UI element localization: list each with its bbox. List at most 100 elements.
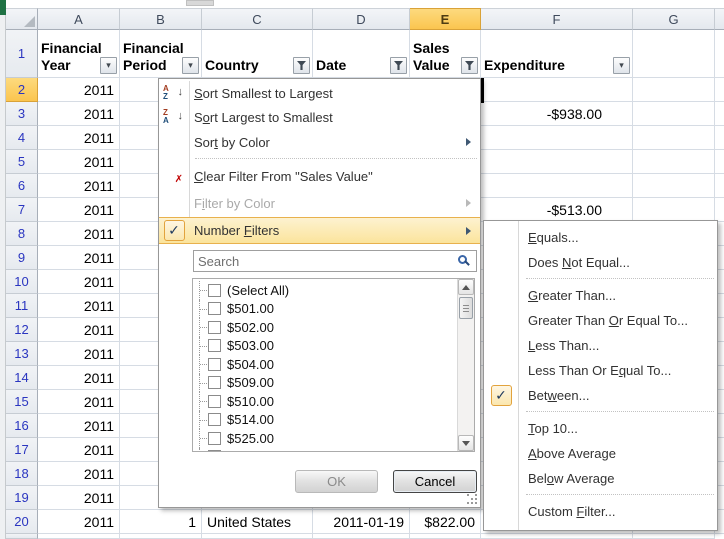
ok-button[interactable]: OK <box>295 470 378 493</box>
value-item[interactable]: $504.00 <box>195 355 457 374</box>
checkbox-icon[interactable] <box>208 358 221 371</box>
column-header-F[interactable]: F <box>481 8 633 30</box>
cell-A3[interactable]: 2011 <box>38 102 120 126</box>
value-item[interactable]: $510.00 <box>195 392 457 411</box>
column-header-D[interactable]: D <box>313 8 410 30</box>
submenu-item-greater-than-or-equal-to[interactable]: Greater Than Or Equal To... <box>484 308 717 333</box>
cell-F4[interactable] <box>481 126 633 150</box>
row-header-6[interactable]: 6 <box>6 174 38 198</box>
column-header-G[interactable]: G <box>633 8 715 30</box>
cell-D20[interactable]: 2011-01-19 <box>313 510 410 534</box>
submenu-item-below-average[interactable]: Below Average <box>484 466 717 491</box>
cell-F3[interactable]: -$938.00 <box>481 102 633 126</box>
cell-A19[interactable]: 2011 <box>38 486 120 510</box>
column-header-E[interactable]: E <box>410 8 481 30</box>
checkbox-icon[interactable] <box>208 395 221 408</box>
checkbox-icon[interactable] <box>208 376 221 389</box>
cell-E1[interactable]: Sales Value <box>410 30 481 78</box>
column-header-B[interactable]: B <box>120 8 202 30</box>
cell-G3[interactable] <box>633 102 715 126</box>
cell-C1[interactable]: Country <box>202 30 313 78</box>
cell-G4[interactable] <box>633 126 715 150</box>
scrollbar[interactable] <box>457 279 474 451</box>
row-header-20[interactable]: 20 <box>6 510 38 534</box>
cancel-button[interactable]: Cancel <box>393 470 477 493</box>
cell-F5[interactable] <box>481 150 633 174</box>
cell-A8[interactable]: 2011 <box>38 222 120 246</box>
row-header-11[interactable]: 11 <box>6 294 38 318</box>
dropdown-button-B[interactable]: ▾ <box>182 57 199 74</box>
row-header-10[interactable]: 10 <box>6 270 38 294</box>
menu-item-sort-smallest-to-largest[interactable]: AZ↓Sort Smallest to Largest <box>159 81 480 105</box>
value-item-partial[interactable] <box>195 448 457 452</box>
menu-item-clear-filter[interactable]: ✗Clear Filter From "Sales Value" <box>159 163 480 189</box>
cell-A20[interactable]: 2011 <box>38 510 120 534</box>
filter-button-C[interactable] <box>293 57 310 74</box>
checkbox-icon[interactable] <box>208 339 221 352</box>
value-item[interactable]: $509.00 <box>195 374 457 393</box>
submenu-item-between[interactable]: ✓Between... <box>484 383 717 408</box>
submenu-item-less-than-or-equal-to[interactable]: Less Than Or Equal To... <box>484 358 717 383</box>
cell-A5[interactable]: 2011 <box>38 150 120 174</box>
row-header-17[interactable]: 17 <box>6 438 38 462</box>
cell-A15[interactable]: 2011 <box>38 390 120 414</box>
cell-C20[interactable]: United States <box>202 510 313 534</box>
submenu-item-top-10[interactable]: Top 10... <box>484 416 717 441</box>
cell-A1[interactable]: Financial Year▾ <box>38 30 120 78</box>
row-header-19[interactable]: 19 <box>6 486 38 510</box>
row-header-4[interactable]: 4 <box>6 126 38 150</box>
cell-G2[interactable] <box>633 78 715 102</box>
cell-A17[interactable]: 2011 <box>38 438 120 462</box>
row-header-2[interactable]: 2 <box>6 78 38 102</box>
checkbox-icon[interactable] <box>208 432 221 445</box>
cell-A12[interactable]: 2011 <box>38 318 120 342</box>
scroll-down-button[interactable] <box>458 435 474 451</box>
resize-grip[interactable] <box>467 494 477 504</box>
cell-A14[interactable]: 2011 <box>38 366 120 390</box>
row-header-14[interactable]: 14 <box>6 366 38 390</box>
submenu-item-custom-filter[interactable]: Custom Filter... <box>484 499 717 524</box>
cell-A11[interactable]: 2011 <box>38 294 120 318</box>
dropdown-button-A[interactable]: ▾ <box>100 57 117 74</box>
cell-A10[interactable]: 2011 <box>38 270 120 294</box>
search-input[interactable] <box>194 251 476 271</box>
cell-F2[interactable] <box>481 78 633 102</box>
cell-F7[interactable]: -$513.00 <box>481 198 633 222</box>
column-header-A[interactable]: A <box>38 8 120 30</box>
submenu-item-less-than[interactable]: Less Than... <box>484 333 717 358</box>
checkbox-icon[interactable] <box>208 450 221 451</box>
row-header-16[interactable]: 16 <box>6 414 38 438</box>
value-item[interactable]: $502.00 <box>195 318 457 337</box>
cell-B1[interactable]: Financial Period▾ <box>120 30 202 78</box>
cell-A16[interactable]: 2011 <box>38 414 120 438</box>
cell-A2[interactable]: 2011 <box>38 78 120 102</box>
cell-G6[interactable] <box>633 174 715 198</box>
cell-A9[interactable]: 2011 <box>38 246 120 270</box>
cell-G5[interactable] <box>633 150 715 174</box>
row-header-1[interactable]: 1 <box>6 30 38 78</box>
column-header-C[interactable]: C <box>202 8 313 30</box>
value-item[interactable]: $501.00 <box>195 300 457 319</box>
row-header-12[interactable]: 12 <box>6 318 38 342</box>
cell-A6[interactable]: 2011 <box>38 174 120 198</box>
value-item[interactable]: $514.00 <box>195 411 457 430</box>
cell-A13[interactable]: 2011 <box>38 342 120 366</box>
value-item[interactable]: $525.00 <box>195 429 457 448</box>
scrollbar-thumb[interactable] <box>459 297 473 319</box>
cell-A7[interactable]: 2011 <box>38 198 120 222</box>
checkbox-icon[interactable] <box>208 413 221 426</box>
value-item[interactable]: $503.00 <box>195 337 457 356</box>
value-item-select-all[interactable]: (Select All) <box>195 281 457 300</box>
filter-button-E[interactable] <box>461 57 478 74</box>
select-all-corner[interactable] <box>6 8 38 30</box>
cell-A4[interactable]: 2011 <box>38 126 120 150</box>
submenu-item-equals[interactable]: Equals... <box>484 225 717 250</box>
menu-item-number-filters[interactable]: ✓Number Filters <box>159 217 480 244</box>
cell-D1[interactable]: Date <box>313 30 410 78</box>
row-header-13[interactable]: 13 <box>6 342 38 366</box>
cell-E20[interactable]: $822.00 <box>410 510 481 534</box>
checkbox-icon[interactable] <box>208 284 221 297</box>
cell-G1[interactable] <box>633 30 715 78</box>
filter-button-D[interactable] <box>390 57 407 74</box>
row-header-15[interactable]: 15 <box>6 390 38 414</box>
